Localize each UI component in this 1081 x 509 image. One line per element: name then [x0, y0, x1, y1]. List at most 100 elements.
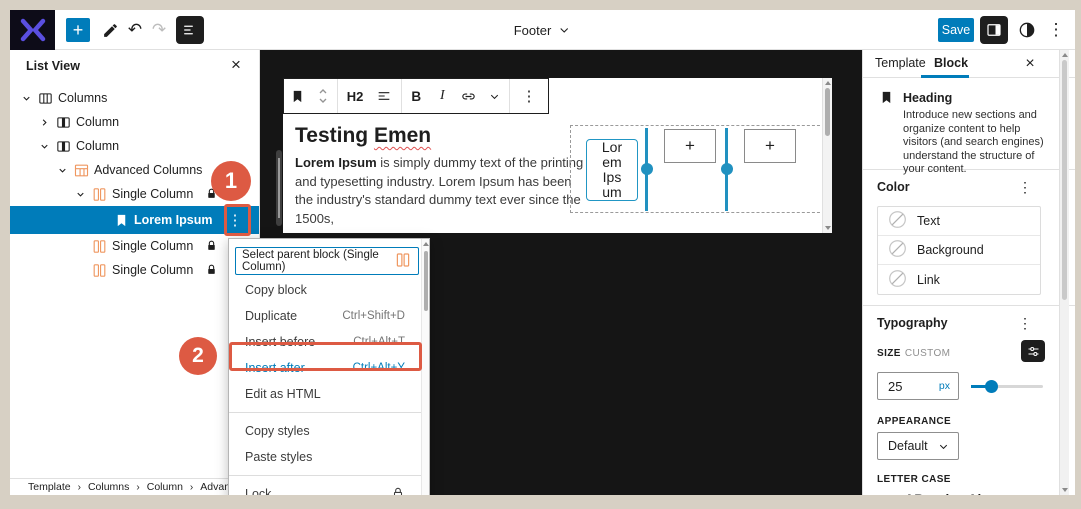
color-row-link[interactable]: Link — [878, 265, 1040, 294]
styles-icon — [1019, 22, 1035, 38]
heading-block-icon[interactable] — [286, 84, 310, 108]
scroll-up-icon[interactable] — [1062, 53, 1068, 57]
settings-sidebar-toggle-button[interactable] — [980, 16, 1008, 44]
column-resize-dot[interactable] — [640, 163, 653, 175]
undo-button[interactable]: ↶ — [124, 18, 146, 42]
list-item-label[interactable]: Column — [76, 139, 119, 153]
color-row-background[interactable]: Background — [878, 236, 1040, 265]
chevron-down-icon — [560, 28, 569, 33]
color-row-text[interactable]: Text — [878, 207, 1040, 236]
no-color-icon — [888, 210, 907, 232]
mini-heading-block[interactable]: Lor em Ips um — [586, 139, 638, 201]
menu-item-duplicate[interactable]: Duplicate Ctrl+Shift+D — [229, 303, 429, 329]
block-appender-button[interactable]: + — [664, 129, 716, 163]
list-item-label[interactable]: Lorem Ipsum — [134, 213, 213, 227]
scroll-down-icon[interactable] — [825, 226, 831, 230]
list-item-label[interactable]: Single Column — [112, 239, 193, 253]
list-item-single-column-2[interactable]: Single Column — [10, 234, 259, 258]
list-item-columns[interactable]: Columns — [10, 86, 259, 110]
tab-block[interactable]: Block — [934, 56, 968, 70]
breadcrumb-item[interactable]: Column — [147, 481, 183, 493]
letter-case-none-button[interactable]: — — [877, 492, 891, 495]
chevron-down-icon[interactable] — [18, 90, 34, 106]
menu-item-label: Duplicate — [245, 309, 298, 323]
font-size-unit[interactable]: px — [939, 380, 958, 392]
align-text-icon[interactable] — [372, 84, 396, 108]
bold-button[interactable]: B — [404, 84, 428, 108]
letter-case-uppercase-button[interactable]: AB — [905, 492, 925, 495]
block-appender-button[interactable]: + — [744, 129, 796, 163]
redo-button[interactable]: ↷ — [148, 18, 170, 42]
list-view-toggle-button[interactable] — [176, 16, 204, 44]
heading-misspelled-word: Emen — [373, 124, 432, 147]
menu-scrollbar[interactable] — [421, 239, 429, 495]
block-inserter-button[interactable]: + — [66, 18, 90, 42]
content-heading[interactable]: Testing Emen — [295, 124, 431, 148]
list-item-label[interactable]: Single Column — [112, 263, 193, 277]
menu-item-select-parent[interactable]: Select parent block (Single Column) — [235, 247, 419, 275]
chevron-down-icon[interactable] — [54, 162, 70, 178]
column-icon — [54, 113, 72, 131]
redo-icon: ↷ — [151, 20, 167, 39]
scrollbar-thumb[interactable] — [1062, 60, 1067, 300]
styles-button[interactable] — [1014, 17, 1040, 43]
list-item-label[interactable]: Columns — [58, 91, 107, 105]
single-column-icon — [90, 185, 108, 203]
chevron-down-icon[interactable] — [72, 186, 88, 202]
close-icon[interactable]: × — [225, 54, 247, 76]
menu-item-label: Copy block — [245, 283, 307, 297]
font-size-input[interactable] — [878, 378, 924, 394]
column-resize-dot[interactable] — [720, 163, 733, 175]
list-item-single-column-3[interactable]: Single Column — [10, 258, 259, 282]
list-item-label[interactable]: Single Column — [112, 187, 193, 201]
heading-level-button[interactable]: H2 — [343, 84, 367, 108]
letter-case-capitalize-button[interactable]: Ab — [968, 492, 986, 495]
letter-case-lowercase-button[interactable]: ab — [938, 492, 954, 495]
link-icon[interactable] — [457, 84, 481, 108]
save-button[interactable]: Save — [938, 18, 974, 42]
font-size-slider[interactable] — [971, 380, 1043, 393]
menu-item-copy-block[interactable]: Copy block — [229, 277, 429, 303]
list-item-column-2[interactable]: Column — [10, 134, 259, 158]
size-settings-button[interactable] — [1021, 340, 1045, 362]
color-row-label: Text — [917, 214, 940, 228]
list-item-lorem-ipsum-selected[interactable]: Lorem Ipsum ⋮ — [10, 206, 259, 234]
scroll-up-icon[interactable] — [825, 81, 831, 85]
scrollbar-thumb[interactable] — [825, 88, 830, 136]
breadcrumb-separator: › — [77, 481, 81, 493]
content-paragraph[interactable]: Lorem Ipsum is simply dummy text of the … — [295, 154, 587, 228]
menu-item-copy-styles[interactable]: Copy styles — [229, 418, 429, 444]
menu-item-lock[interactable]: Lock — [229, 481, 429, 495]
scroll-down-icon[interactable] — [1062, 488, 1068, 492]
breadcrumb-item[interactable]: Template — [28, 481, 71, 493]
site-logo[interactable] — [10, 10, 55, 50]
italic-button[interactable]: I — [430, 84, 454, 108]
chevron-down-icon[interactable] — [36, 138, 52, 154]
close-icon[interactable]: × — [1019, 53, 1041, 75]
block-mover-icon[interactable] — [311, 84, 335, 108]
sidebar-scrollbar[interactable] — [1059, 50, 1069, 495]
chevron-down-icon[interactable] — [483, 84, 507, 108]
list-item-label[interactable]: Column — [76, 115, 119, 129]
edit-mode-button[interactable] — [98, 18, 122, 42]
canvas-scrollbar[interactable] — [822, 78, 832, 233]
scrollbar-thumb[interactable] — [423, 251, 428, 311]
slider-thumb[interactable] — [985, 380, 998, 393]
menu-item-edit-as-html[interactable]: Edit as HTML — [229, 381, 429, 407]
columns-icon — [36, 89, 54, 107]
menu-item-paste-styles[interactable]: Paste styles — [229, 444, 429, 470]
appearance-select[interactable]: Default — [877, 432, 959, 460]
document-switcher[interactable]: Footer — [514, 10, 572, 50]
chevron-right-icon[interactable] — [36, 114, 52, 130]
columns-block-preview: Lor em Ips um + + — [570, 125, 825, 213]
typography-options-kebab-icon[interactable]: ⋮ — [1015, 313, 1035, 333]
canvas-drag-handle[interactable] — [276, 150, 282, 226]
breadcrumb-item[interactable]: Columns — [88, 481, 129, 493]
options-menu-button[interactable]: ⋮ — [1046, 17, 1066, 43]
tab-template[interactable]: Template — [875, 56, 926, 70]
color-options-kebab-icon[interactable]: ⋮ — [1015, 177, 1035, 197]
list-item-label[interactable]: Advanced Columns — [94, 163, 202, 177]
block-options-kebab-icon[interactable]: ⋮ — [517, 84, 541, 108]
list-item-column-1[interactable]: Column — [10, 110, 259, 134]
scroll-up-icon[interactable] — [423, 242, 429, 246]
